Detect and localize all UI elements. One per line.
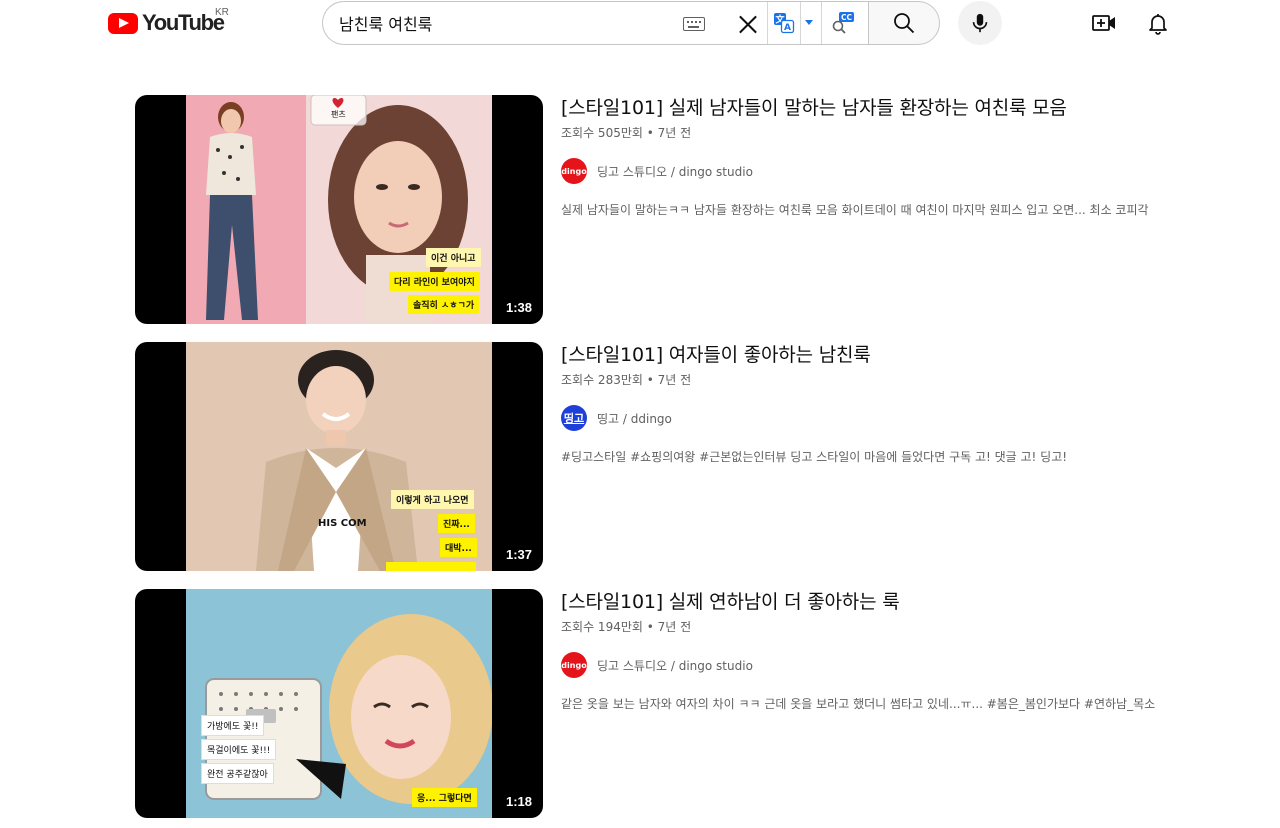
upload-age: 7년 전 [657, 620, 692, 634]
thumbnail-image: 가방에도 꽃!! 목걸이에도 꽃!!! 완전 공주같잖아 응... 그렇다면 [186, 589, 492, 818]
thumbnail-caption: 대박... [440, 538, 477, 557]
video-description: 같은 옷을 보는 남자와 여자의 차이 ㅋㅋ 근데 옷을 보라고 했더니 썸타고… [561, 697, 1156, 711]
channel-link[interactable]: dingo 딩고 스튜디오 / dingo studio [561, 157, 1195, 185]
voice-search-button[interactable] [958, 1, 1002, 45]
thumbnail-caption: 가방에도 꽃!! [202, 716, 264, 735]
youtube-logo-icon [108, 12, 138, 34]
thumbnail-caption: 완전 공주같잖아 [202, 764, 273, 783]
thumbnail-caption: 팬츠 [331, 110, 346, 119]
svg-text:CC: CC [840, 13, 852, 22]
video-info: [스타일101] 여자들이 좋아하는 남친룩 조회수 283만회 • 7년 전 … [561, 342, 1195, 466]
video-title[interactable]: [스타일101] 여자들이 좋아하는 남친룩 [561, 342, 1195, 368]
country-code: KR [215, 7, 229, 18]
youtube-logo[interactable]: YouTube [108, 10, 225, 36]
video-duration: 1:18 [501, 793, 536, 811]
meta-separator: • [646, 373, 658, 387]
video-meta: 조회수 194만회 • 7년 전 [561, 619, 1195, 635]
thumbnail-caption: 이건 아니고 [426, 248, 481, 267]
video-info: [스타일101] 실제 남자들이 말하는 남자들 환장하는 여친룩 모음 조회수… [561, 95, 1195, 219]
thumbnail-caption: 솔직히 ㅅㅎㄱ가 [408, 295, 480, 314]
svg-text:A: A [784, 23, 791, 33]
keyboard-icon[interactable] [683, 17, 705, 31]
view-count: 조회수 505만회 [561, 126, 643, 140]
thumbnail-caption: HIS COM [318, 518, 367, 529]
chevron-down-icon[interactable] [805, 20, 813, 25]
video-description: #딩고스타일 #쇼핑의여왕 #근본없는인터뷰 딩고 스타일이 마음에 들었다면 … [561, 450, 1068, 464]
search-box: 文 A CC [322, 1, 868, 45]
thumbnail-caption: 이렇게 하고 나오면 [391, 490, 474, 509]
thumbnail-caption: 응... 그렇다면 [412, 788, 477, 807]
thumbnail-image: 팬츠 이건 아니고 다리 라인이 보여야지 솔직히 ㅅㅎㄱ가 [186, 95, 492, 324]
video-title[interactable]: [스타일101] 실제 연하남이 더 좋아하는 룩 [561, 589, 1195, 615]
search-icon [894, 13, 915, 34]
cc-search-icon: CC [832, 12, 854, 34]
channel-name[interactable]: 띵고 / ddingo [597, 410, 672, 427]
video-result[interactable]: 팬츠 이건 아니고 다리 라인이 보여야지 솔직히 ㅅㅎㄱ가 1:38 [스타일… [135, 95, 1195, 324]
view-count: 조회수 283만회 [561, 373, 643, 387]
video-duration: 1:37 [501, 546, 536, 564]
thumbnail-illustration [186, 589, 492, 818]
thumbnail-caption: 다리 라인이 보여야지 [389, 272, 480, 291]
create-button[interactable] [1088, 8, 1120, 38]
channel-link[interactable]: dingo 딩고 스튜디오 / dingo studio [561, 651, 1195, 679]
video-thumbnail[interactable]: 가방에도 꽃!! 목걸이에도 꽃!!! 완전 공주같잖아 응... 그렇다면 1… [135, 589, 543, 818]
channel-avatar[interactable]: dingo [561, 652, 587, 678]
video-meta: 조회수 283만회 • 7년 전 [561, 372, 1195, 388]
meta-separator: • [646, 620, 658, 634]
video-duration: 1:38 [501, 299, 536, 317]
thumbnail-illustration [186, 342, 492, 571]
top-bar: YouTube KR 文 A CC [0, 0, 1280, 46]
video-meta: 조회수 505만회 • 7년 전 [561, 125, 1195, 141]
channel-avatar[interactable]: 띵고 [561, 405, 587, 431]
video-result[interactable]: HIS COM 이렇게 하고 나오면 진짜... 대박... 1:37 [스타일… [135, 342, 1195, 571]
channel-name[interactable]: 딩고 스튜디오 / dingo studio [597, 163, 753, 180]
video-thumbnail[interactable]: 팬츠 이건 아니고 다리 라인이 보여야지 솔직히 ㅅㅎㄱ가 1:38 [135, 95, 543, 324]
video-add-icon [1092, 15, 1115, 31]
thumbnail-image: HIS COM 이렇게 하고 나오면 진짜... 대박... [186, 342, 492, 571]
video-result[interactable]: 가방에도 꽃!! 목걸이에도 꽃!!! 완전 공주같잖아 응... 그렇다면 1… [135, 589, 1195, 818]
translate-icon: 文 A [774, 13, 795, 34]
translate-button[interactable]: 文 A [767, 2, 801, 44]
logo-text: YouTube [142, 10, 225, 35]
upload-age: 7년 전 [657, 126, 692, 140]
channel-avatar[interactable]: dingo [561, 158, 587, 184]
video-info: [스타일101] 실제 연하남이 더 좋아하는 룩 조회수 194만회 • 7년… [561, 589, 1195, 713]
channel-name[interactable]: 딩고 스튜디오 / dingo studio [597, 657, 753, 674]
search-button[interactable] [868, 1, 940, 45]
view-count: 조회수 194만회 [561, 620, 643, 634]
close-icon[interactable] [737, 13, 759, 35]
search-input[interactable] [339, 10, 669, 36]
thumbnail-caption: 진짜... [438, 514, 475, 533]
video-title[interactable]: [스타일101] 실제 남자들이 말하는 남자들 환장하는 여친룩 모음 [561, 95, 1195, 121]
video-thumbnail[interactable]: HIS COM 이렇게 하고 나오면 진짜... 대박... 1:37 [135, 342, 543, 571]
notifications-button[interactable] [1142, 8, 1174, 38]
bell-icon [1149, 14, 1167, 35]
caption-search-button[interactable]: CC [821, 2, 863, 44]
video-description: 실제 남자들이 말하는ㅋㅋ 남자들 환장하는 여친룩 모음 화이트데이 때 여친… [561, 203, 1149, 217]
channel-link[interactable]: 띵고 띵고 / ddingo [561, 404, 1195, 432]
mic-icon [972, 13, 988, 33]
thumbnail-caption-strip [386, 562, 476, 571]
upload-age: 7년 전 [657, 373, 692, 387]
thumbnail-caption: 목걸이에도 꽃!!! [202, 740, 276, 759]
meta-separator: • [646, 126, 658, 140]
